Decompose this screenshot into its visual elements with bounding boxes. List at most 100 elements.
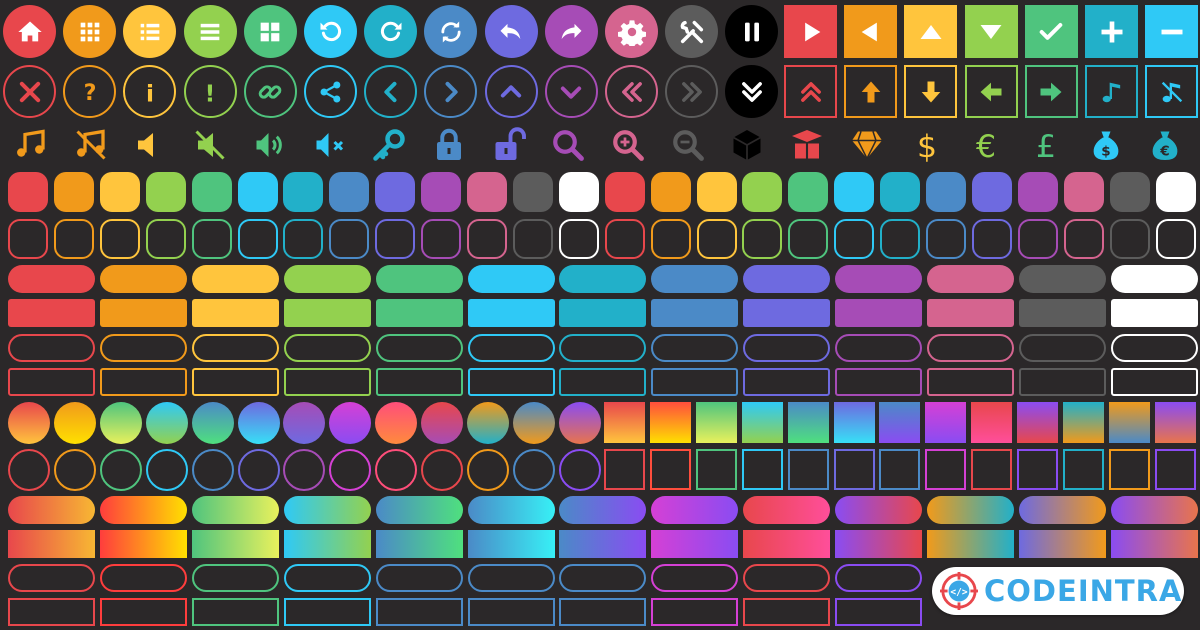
- rounded-square-outline-21[interactable]: [926, 219, 966, 259]
- gradient-pill-outline-6[interactable]: [467, 564, 555, 592]
- rounded-square-outline-23[interactable]: [1017, 219, 1058, 259]
- gradient-circle-outline-1[interactable]: [8, 449, 50, 491]
- rounded-square-filled-14[interactable]: [604, 172, 645, 212]
- outline-square-button-arrow-down[interactable]: [904, 65, 958, 118]
- outline-circle-button-link[interactable]: [243, 65, 297, 118]
- outline-circle-button-chevron-down[interactable]: [544, 65, 598, 118]
- gradient-square-13[interactable]: [1154, 402, 1196, 443]
- pill-outline-11[interactable]: [927, 334, 1014, 362]
- rounded-square-filled-23[interactable]: [1017, 172, 1058, 212]
- bar-outline-5[interactable]: [375, 368, 463, 396]
- pill-outline-7[interactable]: [559, 334, 647, 362]
- rounded-square-filled-15[interactable]: [650, 172, 691, 212]
- gradient-bar-11[interactable]: [927, 530, 1014, 558]
- bar-filled-5[interactable]: [375, 299, 463, 327]
- gradient-bar-outline-1[interactable]: [8, 598, 95, 626]
- bar-filled-12[interactable]: [1018, 299, 1106, 327]
- gradient-pill-2[interactable]: [99, 496, 187, 524]
- pill-filled-5[interactable]: [375, 265, 463, 293]
- gradient-bar-5[interactable]: [375, 530, 463, 558]
- bar-filled-9[interactable]: [743, 299, 831, 327]
- gradient-pill-outline-10[interactable]: [835, 564, 923, 592]
- gradient-square-outline-11[interactable]: [1063, 449, 1104, 490]
- bar-outline-13[interactable]: [1110, 368, 1198, 396]
- icon-money-bag-euro[interactable]: €: [1142, 122, 1188, 168]
- gradient-square-4[interactable]: [741, 402, 783, 443]
- pill-filled-6[interactable]: [467, 265, 555, 293]
- bar-filled-7[interactable]: [559, 299, 647, 327]
- bar-filled-4[interactable]: [283, 299, 371, 327]
- icon-lock[interactable]: [426, 122, 472, 168]
- rounded-square-filled-7[interactable]: [283, 172, 324, 212]
- bar-outline-4[interactable]: [283, 368, 371, 396]
- gradient-bar-outline-4[interactable]: [283, 598, 371, 626]
- rounded-square-filled-19[interactable]: [834, 172, 875, 212]
- rounded-square-filled-1[interactable]: [8, 172, 48, 212]
- rounded-square-outline-20[interactable]: [880, 219, 921, 259]
- pill-outline-1[interactable]: [8, 334, 95, 362]
- circle-button-home[interactable]: [3, 5, 56, 58]
- rounded-square-outline-22[interactable]: [971, 219, 1012, 259]
- outline-circle-button-double-chevron-down[interactable]: [725, 65, 779, 118]
- gradient-circle-12[interactable]: [512, 402, 555, 444]
- gradient-square-outline-3[interactable]: [695, 449, 737, 490]
- bar-filled-6[interactable]: [467, 299, 555, 327]
- rounded-square-outline-9[interactable]: [375, 219, 416, 259]
- outline-circle-button-chevron-right[interactable]: [424, 65, 478, 118]
- gradient-circle-13[interactable]: [558, 402, 601, 444]
- gradient-circle-outline-5[interactable]: [191, 449, 234, 491]
- gradient-square-7[interactable]: [879, 402, 921, 443]
- gradient-pill-1[interactable]: [8, 496, 95, 524]
- rounded-square-filled-11[interactable]: [467, 172, 507, 212]
- rounded-square-filled-25[interactable]: [1109, 172, 1150, 212]
- rounded-square-outline-18[interactable]: [788, 219, 829, 259]
- rounded-square-outline-5[interactable]: [191, 219, 232, 259]
- gradient-bar-outline-3[interactable]: [191, 598, 279, 626]
- gradient-square-10[interactable]: [1017, 402, 1059, 443]
- pill-filled-8[interactable]: [651, 265, 739, 293]
- circle-button-rotate-right[interactable]: [364, 5, 418, 58]
- rounded-square-filled-9[interactable]: [375, 172, 416, 212]
- icon-unlock[interactable]: [486, 122, 532, 168]
- rounded-square-outline-6[interactable]: [237, 219, 278, 259]
- outline-circle-button-question[interactable]: ?: [63, 65, 117, 118]
- circle-button-menu[interactable]: [183, 5, 237, 58]
- icon-volume-mute[interactable]: [307, 122, 353, 168]
- gradient-square-5[interactable]: [787, 402, 829, 443]
- gradient-square-9[interactable]: [971, 402, 1013, 443]
- gradient-bar-6[interactable]: [467, 530, 555, 558]
- rounded-square-filled-3[interactable]: [99, 172, 140, 212]
- pill-filled-3[interactable]: [191, 265, 279, 293]
- gradient-pill-11[interactable]: [927, 496, 1014, 524]
- pill-outline-4[interactable]: [283, 334, 371, 362]
- gradient-pill-10[interactable]: [835, 496, 923, 524]
- pill-outline-12[interactable]: [1018, 334, 1106, 362]
- gradient-circle-outline-4[interactable]: [145, 449, 188, 491]
- rounded-square-outline-10[interactable]: [421, 219, 462, 259]
- gradient-pill-outline-4[interactable]: [283, 564, 371, 592]
- gradient-circle-6[interactable]: [237, 402, 280, 444]
- gradient-square-2[interactable]: [649, 402, 691, 443]
- rounded-square-filled-16[interactable]: [696, 172, 737, 212]
- gradient-bar-10[interactable]: [835, 530, 923, 558]
- gradient-square-outline-8[interactable]: [925, 449, 967, 490]
- gradient-circle-1[interactable]: [8, 402, 50, 444]
- icon-music[interactable]: [8, 122, 54, 168]
- square-button-play[interactable]: [784, 5, 837, 58]
- rounded-square-filled-22[interactable]: [971, 172, 1012, 212]
- square-button-plus[interactable]: [1085, 5, 1138, 58]
- icon-speaker[interactable]: [127, 122, 173, 168]
- pill-filled-13[interactable]: [1110, 265, 1198, 293]
- bar-filled-1[interactable]: [8, 299, 95, 327]
- icon-diamond[interactable]: [844, 122, 890, 168]
- gradient-pill-outline-7[interactable]: [559, 564, 647, 592]
- rounded-square-outline-2[interactable]: [53, 219, 94, 259]
- gradient-square-12[interactable]: [1108, 402, 1150, 443]
- bar-outline-11[interactable]: [927, 368, 1014, 396]
- pill-filled-12[interactable]: [1018, 265, 1106, 293]
- outline-circle-button-info[interactable]: i: [123, 65, 177, 118]
- gradient-pill-outline-8[interactable]: [651, 564, 739, 592]
- gradient-pill-3[interactable]: [191, 496, 279, 524]
- rounded-square-outline-1[interactable]: [8, 219, 48, 259]
- gradient-pill-6[interactable]: [467, 496, 555, 524]
